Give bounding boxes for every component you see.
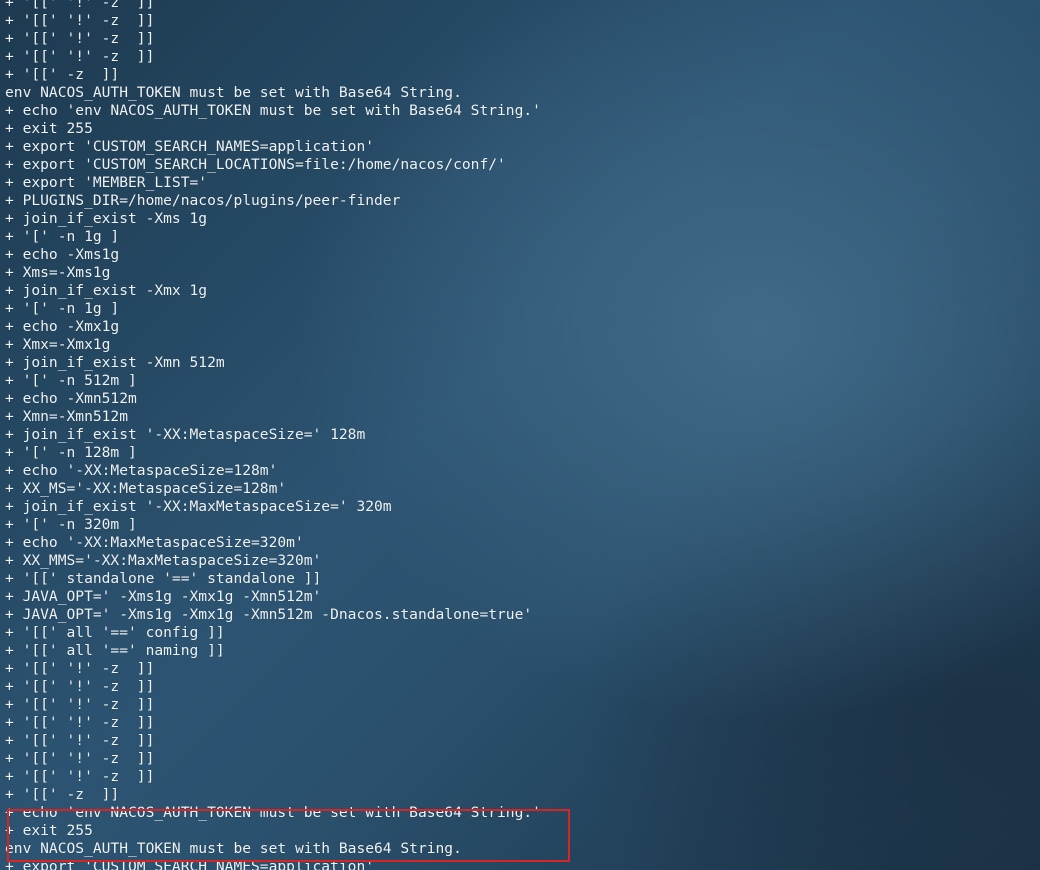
terminal-line: + '[[' all '==' naming ]]: [5, 642, 225, 659]
terminal-line: + '[[' '!' -z ]]: [5, 48, 155, 65]
terminal-line: + echo -Xms1g: [5, 246, 120, 263]
terminal-line: + Xms=-Xms1g: [5, 264, 111, 281]
terminal-line: + echo -Xmx1g: [5, 318, 120, 335]
terminal-line: + join_if_exist -Xmn 512m: [5, 354, 225, 371]
terminal-line: + Xmn=-Xmn512m: [5, 408, 129, 425]
terminal-line: + '[' -n 512m ]: [5, 372, 137, 389]
terminal-line: + '[[' '!' -z ]]: [5, 12, 155, 29]
terminal-line: + Xmx=-Xmx1g: [5, 336, 111, 353]
terminal-line: + '[' -n 1g ]: [5, 228, 120, 245]
terminal-line: + join_if_exist -Xmx 1g: [5, 282, 208, 299]
terminal-window[interactable]: + '[[' '!' -z ]] + '[[' '!' -z ]] + '[[' '…: [0, 0, 1040, 870]
terminal-line: + PLUGINS_DIR=/home/nacos/plugins/peer-f…: [5, 192, 401, 209]
terminal-line: + export 'MEMBER_LIST=': [5, 174, 208, 191]
terminal-line: env NACOS_AUTH_TOKEN must be set with Ba…: [5, 84, 462, 101]
terminal-line: + JAVA_OPT=' -Xms1g -Xmx1g -Xmn512m -Dna…: [5, 606, 533, 623]
terminal-line: + '[[' '!' -z ]]: [5, 768, 155, 785]
terminal-line: + '[[' standalone '==' standalone ]]: [5, 570, 322, 587]
terminal-line: + '[[' -z ]]: [5, 786, 120, 803]
terminal-line: + '[[' '!' -z ]]: [5, 30, 155, 47]
terminal-line: + '[' -n 128m ]: [5, 444, 137, 461]
terminal-line: + '[[' -z ]]: [5, 66, 120, 83]
terminal-line: env NACOS_AUTH_TOKEN must be set with Ba…: [5, 840, 462, 857]
terminal-line: + '[[' '!' -z ]]: [5, 678, 155, 695]
terminal-line: + echo '-XX:MetaspaceSize=128m': [5, 462, 278, 479]
terminal-line: + join_if_exist '-XX:MaxMetaspaceSize=' …: [5, 498, 392, 515]
terminal-line: + '[[' '!' -z ]]: [5, 714, 155, 731]
terminal-line: + echo '-XX:MaxMetaspaceSize=320m': [5, 534, 304, 551]
terminal-line: + exit 255: [5, 120, 93, 137]
terminal-line: + export 'CUSTOM_SEARCH_NAMES=applicatio…: [5, 858, 375, 870]
terminal-line: + '[[' '!' -z ]]: [5, 732, 155, 749]
terminal-line: + JAVA_OPT=' -Xms1g -Xmx1g -Xmn512m': [5, 588, 322, 605]
terminal-line: + XX_MS='-XX:MetaspaceSize=128m': [5, 480, 287, 497]
terminal-line: + XX_MMS='-XX:MaxMetaspaceSize=320m': [5, 552, 322, 569]
terminal-line: + export 'CUSTOM_SEARCH_NAMES=applicatio…: [5, 138, 375, 155]
terminal-line: + '[[' '!' -z ]]: [5, 0, 155, 11]
terminal-line: + '[' -n 320m ]: [5, 516, 137, 533]
terminal-line: + join_if_exist -Xms 1g: [5, 210, 208, 227]
terminal-line: + '[[' '!' -z ]]: [5, 696, 155, 713]
terminal-line: + exit 255: [5, 822, 93, 839]
terminal-line: + '[[' '!' -z ]]: [5, 750, 155, 767]
terminal-line: + export 'CUSTOM_SEARCH_LOCATIONS=file:/…: [5, 156, 506, 173]
terminal-line: + join_if_exist '-XX:MetaspaceSize=' 128…: [5, 426, 366, 443]
terminal-line: + echo 'env NACOS_AUTH_TOKEN must be set…: [5, 102, 541, 119]
terminal-line: + '[[' '!' -z ]]: [5, 660, 155, 677]
terminal-line: + echo 'env NACOS_AUTH_TOKEN must be set…: [5, 804, 541, 821]
terminal-line: + '[[' all '==' config ]]: [5, 624, 225, 641]
terminal-line: + echo -Xmn512m: [5, 390, 137, 407]
terminal-output: + '[[' '!' -z ]] + '[[' '!' -z ]] + '[[' '…: [5, 0, 541, 870]
terminal-line: + '[' -n 1g ]: [5, 300, 120, 317]
